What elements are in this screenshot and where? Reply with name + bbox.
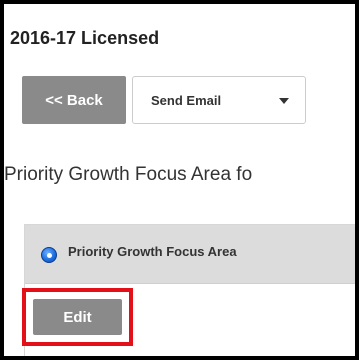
- edit-button[interactable]: Edit: [33, 299, 122, 335]
- send-email-dropdown[interactable]: Send Email: [132, 76, 306, 124]
- back-button[interactable]: << Back: [22, 76, 126, 124]
- radio-selected-icon[interactable]: [41, 247, 57, 263]
- edit-highlight-box: Edit: [22, 288, 133, 346]
- screenshot-frame: 2016-17 Licensed << Back Send Email Prio…: [4, 4, 355, 356]
- panel-header[interactable]: Priority Growth Focus Area: [25, 225, 355, 284]
- page-title: 2016-17 Licensed: [10, 28, 160, 48]
- panel-title: Priority Growth Focus Area: [68, 244, 237, 259]
- caret-down-icon: [279, 98, 289, 104]
- send-email-label: Send Email: [151, 92, 222, 108]
- section-heading: Priority Growth Focus Area fo: [4, 164, 253, 185]
